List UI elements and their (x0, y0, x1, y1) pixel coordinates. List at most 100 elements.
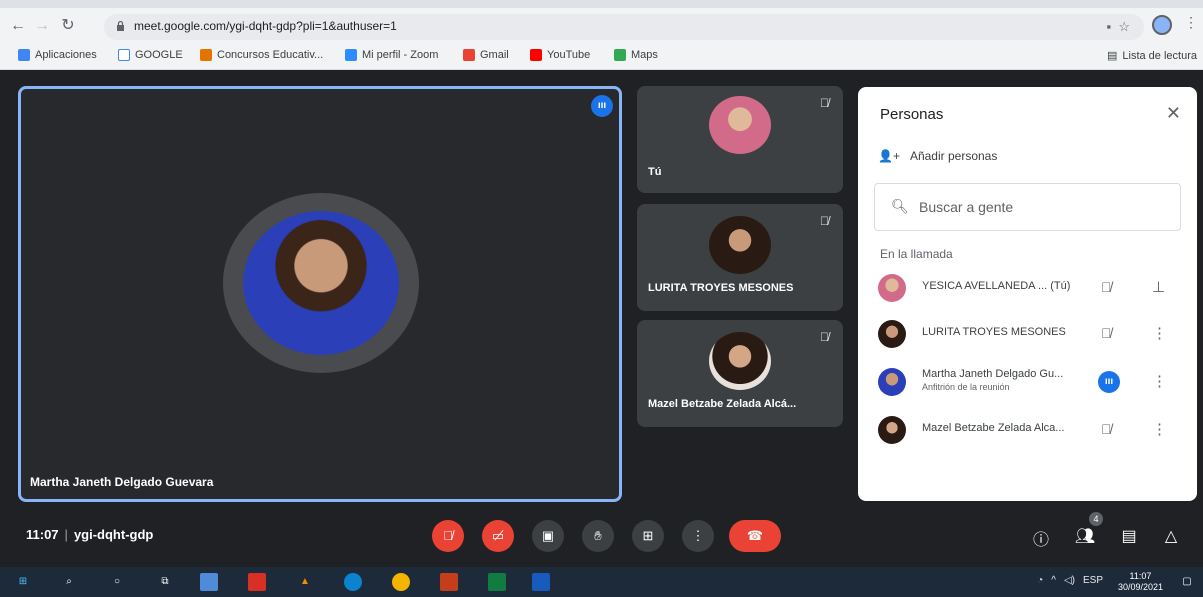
back-icon[interactable]: ← (8, 16, 28, 36)
captions-button[interactable]: ▣ (532, 520, 564, 552)
activities-button[interactable]: △ (1160, 526, 1182, 546)
mic-off-icon: 🎙̸ (1101, 421, 1112, 437)
apps-grid-icon (18, 49, 30, 61)
edge-icon[interactable] (344, 573, 362, 591)
side-video-tile[interactable]: 🎙̸ Mazel Betzabe Zelada Alcá... (637, 320, 843, 427)
avatar (878, 320, 906, 348)
avatar (709, 332, 771, 390)
forward-icon[interactable]: → (32, 16, 52, 36)
taskbar: ⊞ ⌕ ○ ⧉ ▲ ◔ ^ ◁) ESP 11:07 30/09/2021 ▢ (0, 567, 1203, 597)
participant-name: Tú (648, 166, 662, 178)
hand-icon: ✋︎ (594, 528, 602, 543)
concursos-icon (200, 49, 212, 61)
main-video-tile[interactable]: ııı Martha Janeth Delgado Guevara (18, 86, 622, 502)
bookmark-apps[interactable]: Aplicaciones (18, 49, 97, 61)
avatar (878, 274, 906, 302)
more-options-button[interactable]: ⋮ (682, 520, 714, 552)
task-view-icon[interactable]: ⧉ (156, 573, 174, 591)
pin-icon[interactable]: ⊥ (1152, 278, 1165, 296)
more-options-icon[interactable]: ⋮ (1152, 324, 1167, 342)
more-options-icon: ⋮ (691, 528, 705, 543)
present-button[interactable]: ⊞ (632, 520, 664, 552)
people-panel: Personas ✕ 👤+ Añadir personas 🔍︎ Buscar … (858, 87, 1197, 501)
windows-start-icon[interactable]: ⊞ (14, 573, 32, 591)
file-explorer-icon[interactable] (200, 573, 218, 591)
address-bar[interactable]: meet.google.com/ygi-dqht-gdp?pli=1&authu… (104, 14, 1144, 40)
reload-icon[interactable]: ↻ (58, 16, 78, 36)
hang-up-button[interactable]: ☎︎ (729, 520, 781, 552)
chat-button[interactable]: ▤ (1118, 526, 1140, 546)
vlc-icon[interactable]: ▲ (296, 573, 314, 591)
people-icon: 👥︎ (1074, 528, 1096, 545)
bookmarks-bar: Aplicaciones GOOGLE Concursos Educativ..… (0, 44, 1203, 68)
person-name: LURITA TROYES MESONES (922, 326, 1066, 338)
people-button[interactable]: 👥︎ (1074, 526, 1096, 546)
phone-hangup-icon: ☎︎ (746, 528, 764, 543)
bookmark-label: Gmail (480, 49, 509, 61)
info-icon: ⓘ (1032, 532, 1049, 549)
side-video-tile[interactable]: 🎙̸ LURITA TROYES MESONES (637, 204, 843, 311)
add-people-button[interactable]: 👤+ Añadir personas (878, 149, 997, 163)
control-bar: 11:07 | ygi-dqht-gdp 🎙̸ ▭̸ ▣ ✋︎ ⊞ ⋮ ☎︎ ⓘ 👥… (0, 512, 1203, 560)
notifications-icon[interactable]: ▢ (1178, 573, 1196, 591)
excel-icon[interactable] (488, 573, 506, 591)
maps-icon (614, 49, 626, 61)
youtube-icon (530, 49, 542, 61)
network-icon: ◔ (1037, 575, 1044, 586)
bookmark-label: Concursos Educativ... (217, 49, 324, 61)
person-name: Martha Janeth Delgado Gu... (922, 368, 1064, 380)
mic-toggle-button[interactable]: 🎙̸ (432, 520, 464, 552)
more-options-icon[interactable]: ⋮ (1152, 372, 1167, 390)
bookmark-gmail[interactable]: Gmail (463, 49, 509, 61)
mic-off-icon: 🎙̸ (820, 96, 829, 110)
meeting-code: ygi-dqht-gdp (73, 527, 154, 542)
reading-list-label: Lista de lectura (1122, 49, 1197, 62)
close-icon[interactable]: ✕ (1166, 103, 1181, 124)
list-item[interactable]: Mazel Betzabe Zelada Alca... 🎙̸ ⋮ (876, 411, 1181, 451)
more-options-icon[interactable]: ⋮ (1152, 420, 1167, 438)
cortana-icon[interactable]: ○ (108, 573, 126, 591)
bookmark-label: Aplicaciones (35, 49, 97, 61)
search-input[interactable]: 🔍︎ Buscar a gente (874, 183, 1181, 231)
word-icon[interactable] (532, 573, 550, 591)
powerpoint-icon[interactable] (440, 573, 458, 591)
bookmark-youtube[interactable]: YouTube (530, 49, 590, 61)
system-tray[interactable]: ◔ ^ ◁) ESP (1037, 575, 1103, 586)
speaking-indicator-icon: ııı (1098, 371, 1120, 393)
participant-name: LURITA TROYES MESONES (648, 282, 794, 294)
bookmark-label: Maps (631, 49, 658, 61)
bookmark-maps[interactable]: Maps (614, 49, 658, 61)
raise-hand-button[interactable]: ✋︎ (582, 520, 614, 552)
meeting-time: 11:07 (26, 527, 59, 542)
add-person-icon: 👤+ (878, 149, 900, 163)
acrobat-icon[interactable] (248, 573, 266, 591)
search-placeholder: Buscar a gente (919, 199, 1014, 215)
reading-list[interactable]: ▤ Lista de lectura (1107, 49, 1197, 63)
bookmark-google[interactable]: GOOGLE (118, 49, 183, 61)
camera-toggle-button[interactable]: ▭̸ (482, 520, 514, 552)
avatar (878, 416, 906, 444)
browser-chrome: ← → ↻ meet.google.com/ygi-dqht-gdp?pli=1… (0, 0, 1203, 70)
language-indicator: ESP (1082, 575, 1103, 586)
list-item[interactable]: YESICA AVELLANEDA ... (Tú) 🎙̸ ⊥ (876, 269, 1181, 309)
search-icon[interactable]: ⌕ (60, 573, 78, 591)
gmail-icon (463, 49, 475, 61)
avatar (878, 368, 906, 396)
meeting-details-button[interactable]: ⓘ (1030, 526, 1052, 550)
separator: | (64, 527, 68, 542)
camera-and-star-icons[interactable]: ▪ ☆ (1107, 19, 1131, 35)
bookmark-zoom[interactable]: Mi perfil - Zoom (345, 49, 438, 61)
profile-avatar[interactable] (1152, 15, 1172, 35)
participant-name: Mazel Betzabe Zelada Alcá... (648, 398, 797, 410)
side-video-tile[interactable]: 🎙̸ Tú (637, 86, 843, 193)
list-item[interactable]: Martha Janeth Delgado Gu... Anfitrión de… (876, 363, 1181, 403)
mic-off-icon: 🎙̸ (443, 528, 453, 543)
list-item[interactable]: LURITA TROYES MESONES 🎙̸ ⋮ (876, 315, 1181, 355)
bookmark-concursos[interactable]: Concursos Educativ... (200, 49, 323, 61)
browser-menu-icon[interactable]: ⋮ (1184, 14, 1198, 31)
google-g-icon (118, 49, 130, 61)
clock[interactable]: 11:07 30/09/2021 (1118, 571, 1163, 593)
chrome-icon[interactable] (392, 573, 410, 591)
url-text: meet.google.com/ygi-dqht-gdp?pli=1&authu… (134, 19, 397, 33)
camera-off-icon: ▭̸ (491, 528, 505, 543)
